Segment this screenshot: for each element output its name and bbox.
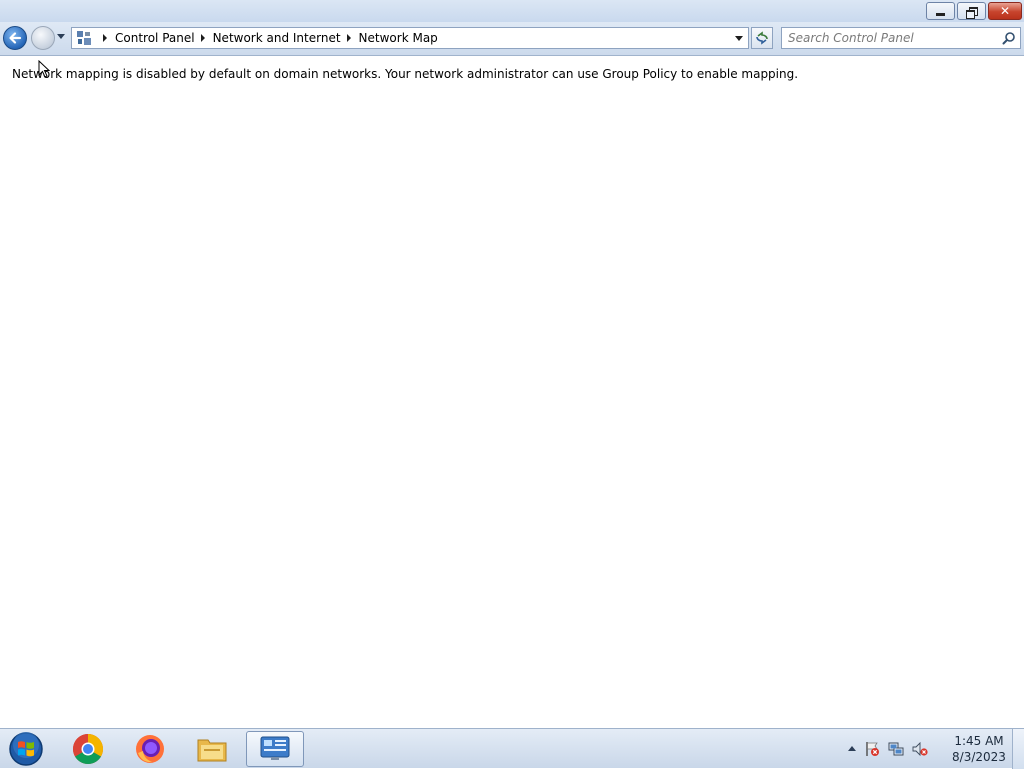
breadcrumb-network-map[interactable]: Network Map xyxy=(359,28,438,48)
search-input[interactable] xyxy=(788,29,998,47)
file-explorer-icon xyxy=(197,739,227,762)
show-desktop-button[interactable] xyxy=(1012,729,1024,769)
breadcrumb-network-and-internet[interactable]: Network and Internet xyxy=(213,28,341,48)
firefox-icon xyxy=(136,735,164,763)
taskbar-clock[interactable]: 1:45 AM 8/3/2023 xyxy=(944,733,1014,765)
address-history-dropdown[interactable] xyxy=(735,36,743,41)
close-icon: ✕ xyxy=(999,4,1011,18)
network-map-content: Network mapping is disabled by default o… xyxy=(0,57,1024,728)
restore-icon xyxy=(966,6,978,19)
taskbar-chrome[interactable] xyxy=(61,731,115,767)
forward-button[interactable] xyxy=(31,26,55,50)
clock-time: 1:45 AM xyxy=(954,734,1004,748)
breadcrumb-control-panel[interactable]: Control Panel xyxy=(115,28,195,48)
title-bar[interactable]: ✕ xyxy=(0,0,1024,22)
windows-logo-icon xyxy=(9,732,43,766)
action-center-icon[interactable] xyxy=(864,741,880,757)
control-panel-icon xyxy=(260,736,290,760)
navigation-bar: Control Panel Network and Internet Netwo… xyxy=(0,22,1024,56)
mouse-cursor-icon xyxy=(38,60,50,78)
search-icon[interactable] xyxy=(1002,31,1016,45)
volume-muted-icon[interactable] xyxy=(912,741,928,757)
maximize-button[interactable] xyxy=(957,2,986,20)
breadcrumb-separator[interactable] xyxy=(103,34,107,42)
taskbar-control-panel[interactable] xyxy=(246,731,304,767)
network-icon[interactable] xyxy=(888,741,904,757)
taskbar-firefox[interactable] xyxy=(123,731,177,767)
control-panel-window: ✕ Control Panel Network and Internet Net… xyxy=(0,0,1024,728)
breadcrumb-separator[interactable] xyxy=(346,34,351,42)
show-hidden-icons-button[interactable] xyxy=(848,746,856,751)
taskbar-file-explorer[interactable] xyxy=(185,731,239,767)
refresh-icon xyxy=(756,31,768,45)
back-arrow-icon xyxy=(9,32,22,44)
minimize-button[interactable] xyxy=(926,2,955,20)
recent-pages-dropdown[interactable] xyxy=(57,34,65,39)
minimize-icon xyxy=(936,12,945,16)
back-button[interactable] xyxy=(3,26,27,50)
system-tray: 1:45 AM 8/3/2023 xyxy=(834,729,1024,769)
clock-date: 8/3/2023 xyxy=(952,750,1006,764)
search-box[interactable] xyxy=(781,27,1021,49)
start-button[interactable] xyxy=(6,731,46,767)
control-panel-icon xyxy=(75,30,93,46)
taskbar: 1:45 AM 8/3/2023 xyxy=(0,728,1024,769)
refresh-button[interactable] xyxy=(751,27,773,49)
address-bar[interactable]: Control Panel Network and Internet Netwo… xyxy=(71,27,749,49)
close-button[interactable]: ✕ xyxy=(988,2,1022,20)
network-mapping-disabled-message: Network mapping is disabled by default o… xyxy=(12,67,799,81)
chrome-icon xyxy=(72,734,104,765)
breadcrumb-separator[interactable] xyxy=(200,34,205,42)
